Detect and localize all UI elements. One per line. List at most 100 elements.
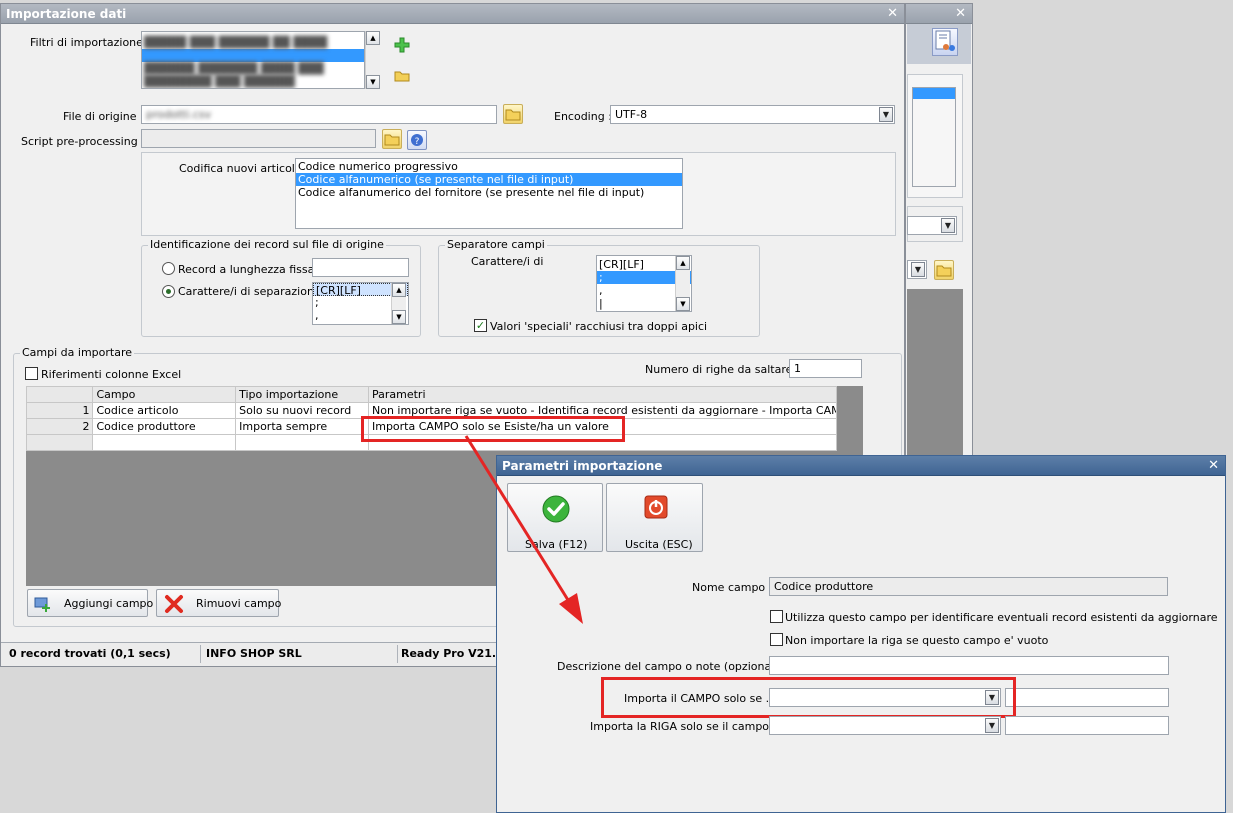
folder-icon[interactable] bbox=[934, 260, 954, 280]
save-button[interactable]: Salva (F12) bbox=[507, 483, 603, 552]
help-icon[interactable]: ? bbox=[407, 130, 427, 150]
description-input[interactable] bbox=[769, 656, 1169, 675]
skip-rows-value: 1 bbox=[794, 362, 801, 375]
radio-separator[interactable] bbox=[162, 285, 175, 298]
exit-button[interactable]: Uscita (ESC) bbox=[606, 483, 703, 552]
quote-checkbox-label: Valori 'speciali' racchiusi tra doppi ap… bbox=[490, 320, 708, 333]
record-id-group-title: Identificazione dei record sul file di o… bbox=[148, 238, 386, 251]
filters-label: Filtri di importazione : bbox=[30, 36, 151, 49]
status-records: 0 record trovati (0,1 secs) bbox=[9, 647, 171, 660]
field-separator-scrollbar[interactable]: ▲ ▼ bbox=[675, 256, 690, 311]
filters-list[interactable]: █████ ███ ██████ ██ ████ ██████ ███████ … bbox=[141, 31, 365, 89]
browse-folder-icon[interactable] bbox=[503, 104, 523, 124]
list-item[interactable]: ██████ ███████ ████ ███ bbox=[142, 62, 364, 75]
scroll-up-icon[interactable]: ▲ bbox=[676, 256, 690, 270]
excel-refs-label: Riferimenti colonne Excel bbox=[41, 368, 182, 381]
field-name-display: Codice produttore bbox=[769, 577, 1168, 596]
scroll-up-icon[interactable]: ▲ bbox=[366, 31, 380, 45]
close-icon[interactable]: ✕ bbox=[887, 6, 898, 21]
filters-scrollbar[interactable]: ▲ ▼ bbox=[365, 31, 380, 89]
source-file-value: prodotti.csv bbox=[146, 108, 212, 121]
fixed-length-input[interactable] bbox=[312, 258, 409, 277]
table-header[interactable]: Tipo importazione bbox=[235, 386, 369, 403]
status-version: Ready Pro V21.5. bbox=[401, 647, 508, 660]
highlight-parametri-cell bbox=[361, 416, 625, 442]
cell-tipo[interactable]: Solo su nuovi record bbox=[235, 402, 369, 419]
window-title: Importazione dati bbox=[6, 7, 127, 21]
radio-separator-label: Carattere/i di separazione bbox=[178, 285, 321, 298]
chevron-down-icon[interactable]: ▼ bbox=[941, 218, 955, 233]
coding-option[interactable]: Codice alfanumerico (se presente nel fil… bbox=[296, 173, 682, 186]
status-separator bbox=[200, 645, 201, 663]
field-name-label: Nome campo : bbox=[692, 581, 773, 594]
users-icon[interactable] bbox=[932, 28, 958, 56]
list-item[interactable]: ████████ ███ ██████ bbox=[142, 75, 364, 88]
coding-list[interactable]: Codice numerico progressivo Codice alfan… bbox=[295, 158, 683, 229]
add-field-icon bbox=[34, 597, 50, 612]
list-item[interactable]: █████ ███ ██████ ██ ████ bbox=[142, 36, 364, 49]
import-row-value-input[interactable] bbox=[1005, 716, 1169, 735]
parameters-dialog: Parametri importazione ✕ Salva (F12) Usc… bbox=[496, 455, 1226, 813]
add-field-label: Aggiungi campo bbox=[64, 597, 154, 610]
save-label: Salva (F12) bbox=[525, 538, 588, 551]
chevron-down-icon[interactable]: ▼ bbox=[911, 262, 925, 277]
excel-refs-checkbox[interactable] bbox=[25, 367, 38, 380]
highlight-import-field bbox=[601, 677, 1016, 718]
field-separator-group-title: Separatore campi bbox=[445, 238, 547, 251]
scroll-down-icon[interactable]: ▼ bbox=[676, 297, 690, 311]
cell-campo[interactable] bbox=[92, 434, 237, 451]
encoding-value: UTF-8 bbox=[615, 108, 648, 121]
source-file-label: File di origine : bbox=[63, 110, 144, 123]
background-window-titlebar: ✕ bbox=[906, 4, 972, 24]
identify-records-checkbox[interactable] bbox=[770, 610, 783, 623]
radio-fixed-length[interactable] bbox=[162, 262, 175, 275]
skip-rows-input[interactable]: 1 bbox=[789, 359, 862, 378]
cell-campo[interactable]: Codice produttore bbox=[92, 418, 237, 435]
coding-option[interactable]: Codice alfanumerico del fornitore (se pr… bbox=[296, 186, 682, 199]
script-folder-icon[interactable] bbox=[382, 129, 402, 149]
radio-fixed-length-label: Record a lunghezza fissa bbox=[178, 263, 315, 276]
cell-campo[interactable]: Codice articolo bbox=[92, 402, 237, 419]
close-icon[interactable]: ✕ bbox=[955, 6, 966, 21]
scroll-down-icon[interactable]: ▼ bbox=[392, 310, 406, 324]
remove-icon bbox=[165, 595, 183, 613]
field-name-value: Codice produttore bbox=[774, 580, 874, 593]
exit-label: Uscita (ESC) bbox=[625, 538, 693, 551]
chevron-down-icon[interactable]: ▼ bbox=[985, 718, 999, 733]
table-header[interactable]: Parametri bbox=[367, 386, 838, 403]
import-row-condition-select[interactable]: ▼ bbox=[769, 716, 1001, 735]
scroll-down-icon[interactable]: ▼ bbox=[366, 75, 380, 89]
row-number: 2 bbox=[25, 418, 94, 435]
cell-tipo[interactable] bbox=[235, 434, 369, 451]
encoding-select[interactable]: UTF-8 ▼ bbox=[610, 105, 895, 124]
add-filter-icon[interactable] bbox=[393, 36, 411, 54]
background-list-box[interactable] bbox=[912, 87, 956, 187]
skip-empty-label: Non importare la riga se questo campo e'… bbox=[785, 634, 1049, 647]
coding-option[interactable]: Codice numerico progressivo bbox=[296, 160, 682, 173]
script-input[interactable] bbox=[141, 129, 376, 148]
table-header-row: Campo Tipo importazione Parametri bbox=[25, 386, 838, 403]
source-file-input[interactable]: prodotti.csv bbox=[141, 105, 497, 124]
exit-icon bbox=[644, 495, 668, 519]
background-combo[interactable]: ▼ bbox=[907, 216, 957, 235]
record-separator-scrollbar[interactable]: ▲ ▼ bbox=[391, 283, 406, 324]
chevron-down-icon[interactable]: ▼ bbox=[879, 107, 893, 122]
skip-empty-checkbox[interactable] bbox=[770, 633, 783, 646]
scroll-up-icon[interactable]: ▲ bbox=[392, 283, 406, 297]
status-company: INFO SHOP SRL bbox=[206, 647, 302, 660]
quote-checkbox[interactable]: ✓ bbox=[474, 319, 487, 332]
add-field-button[interactable]: Aggiungi campo bbox=[27, 589, 153, 617]
skip-rows-label: Numero di righe da saltare : bbox=[645, 363, 800, 376]
import-field-value-input[interactable] bbox=[1005, 688, 1169, 707]
coding-label: Codifica nuovi articoli : bbox=[179, 162, 306, 175]
cell-tipo[interactable]: Importa sempre bbox=[235, 418, 369, 435]
import-row-label: Importa la RIGA solo se il campo ... bbox=[590, 720, 784, 733]
table-header[interactable]: Campo bbox=[92, 386, 237, 403]
identify-records-label: Utilizza questo campo per identificare e… bbox=[785, 611, 1218, 624]
edit-filter-icon[interactable] bbox=[393, 66, 411, 84]
close-icon[interactable]: ✕ bbox=[1208, 458, 1219, 473]
remove-field-button[interactable]: Rimuovi campo bbox=[156, 589, 281, 617]
list-item[interactable] bbox=[142, 49, 364, 62]
background-combo-2[interactable]: ▼ bbox=[907, 260, 927, 279]
script-label: Script pre-processing : bbox=[21, 135, 145, 148]
